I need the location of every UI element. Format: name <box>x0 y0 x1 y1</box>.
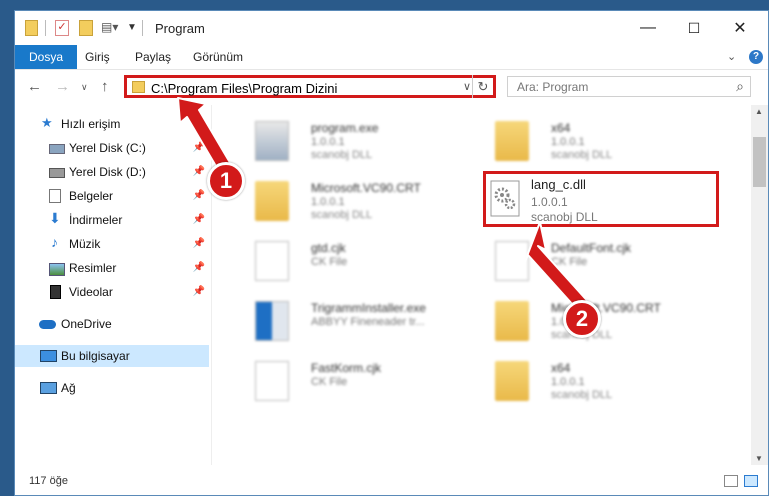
step-badge-1: 1 <box>207 162 245 200</box>
step-badge-2: 2 <box>563 300 601 338</box>
annotation-arrows <box>177 97 593 316</box>
